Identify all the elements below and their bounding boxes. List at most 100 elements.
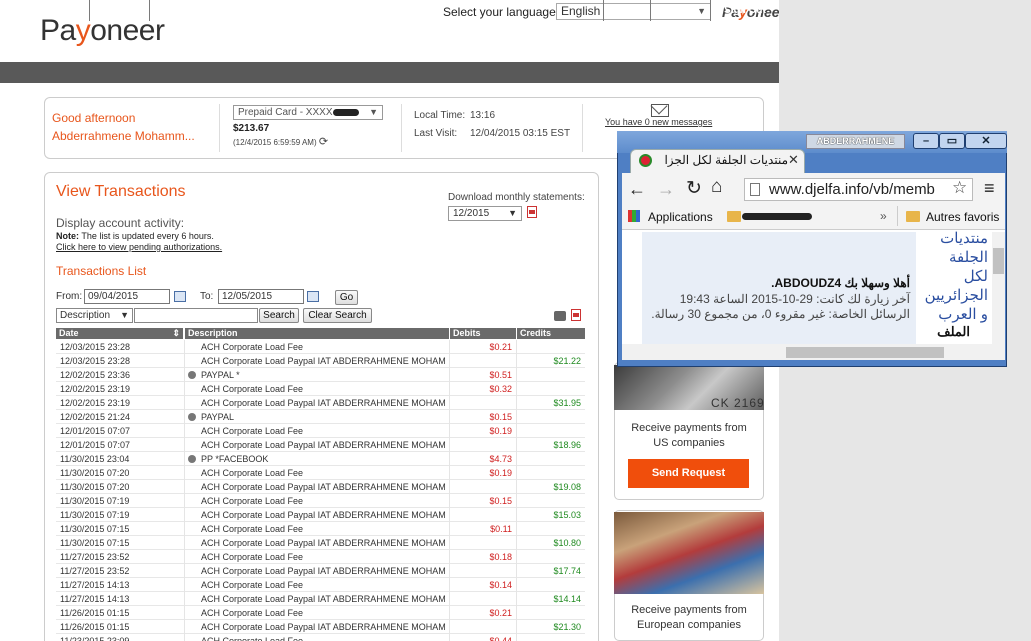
column-header-credits[interactable]: Credits (517, 328, 585, 339)
profile-link[interactable]: الملف (918, 324, 970, 340)
forward-icon[interactable]: → (657, 179, 675, 200)
nav-help[interactable]: Help (603, 0, 651, 21)
table-row[interactable]: 11/27/2015 14:13 ACH Corporate Load Paypa… (56, 592, 585, 606)
pdf-icon[interactable] (527, 206, 537, 218)
clear-search-button[interactable]: Clear Search (303, 308, 372, 323)
table-row[interactable]: 12/02/2015 23:19 ACH Corporate Load Paypa… (56, 396, 585, 410)
column-divider (184, 536, 185, 550)
column-divider (449, 536, 450, 550)
nav-send[interactable]: Send (150, 0, 200, 21)
send-request-button[interactable]: Send Request (628, 459, 749, 488)
go-button[interactable]: Go (335, 290, 358, 305)
cell-description: ACH Corporate Load Paypal IAT ABDERRAHME… (201, 398, 446, 408)
column-divider (184, 382, 185, 396)
cell-date: 11/27/2015 23:52 (60, 552, 130, 562)
column-header-description[interactable]: Description (185, 328, 449, 339)
bookmark-applications[interactable]: Applications (648, 210, 713, 224)
column-header-debits[interactable]: Debits (450, 328, 516, 339)
column-divider (516, 494, 517, 508)
menu-icon[interactable]: ≡ (984, 178, 995, 199)
folder-icon[interactable] (906, 211, 920, 222)
print-icon[interactable] (554, 311, 566, 321)
column-header-label: Date (59, 328, 79, 338)
statement-month-select[interactable]: 12/2015 ▼ (448, 206, 522, 221)
filter-select[interactable]: Description ▼ (56, 308, 133, 323)
table-row[interactable]: 11/30/2015 07:20 ACH Corporate Load Paypa… (56, 480, 585, 494)
table-row[interactable]: 12/02/2015 21:24 PAYPAL $0.15 (56, 410, 585, 424)
pdf-icon[interactable] (571, 309, 581, 321)
table-row[interactable]: 11/23/2015 23:09 ACH Corporate Load Fee $0… (56, 634, 585, 641)
column-divider (184, 368, 185, 382)
table-row[interactable]: 11/27/2015 23:52 ACH Corporate Load Fee $0… (56, 550, 585, 564)
reload-icon[interactable]: ↻ (686, 177, 702, 200)
column-divider (516, 606, 517, 620)
bookmarks-more[interactable]: » (880, 209, 887, 223)
scrollbar-thumb[interactable] (993, 248, 1004, 274)
private-messages-link[interactable]: الرسائل الخاصة: غير مقروء 0، من مجموع 30… (650, 307, 910, 321)
nav-bar (0, 62, 779, 83)
calendar-icon[interactable] (174, 291, 186, 302)
column-divider (449, 620, 450, 634)
maximize-button[interactable]: ▭ (939, 133, 965, 149)
from-date-input[interactable]: 09/04/2015 (84, 289, 170, 304)
refresh-icon[interactable]: ⟳ (319, 136, 328, 148)
column-divider (516, 620, 517, 634)
column-divider (184, 396, 185, 410)
display-activity-label: Display account activity: (56, 216, 185, 230)
nav-receive[interactable]: Receive (90, 0, 150, 21)
table-row[interactable]: 12/01/2015 07:07 ACH Corporate Load Fee $0… (56, 424, 585, 438)
card-value: Prepaid Card - XXXX (238, 107, 333, 118)
messages-link[interactable]: You have 0 new messages (605, 117, 712, 127)
table-row[interactable]: 11/30/2015 07:15 ACH Corporate Load Paypa… (56, 536, 585, 550)
table-row[interactable]: 11/30/2015 07:20 ACH Corporate Load Fee $0… (56, 466, 585, 480)
scrollbar-thumb[interactable] (786, 347, 944, 358)
cell-date: 11/27/2015 14:13 (60, 580, 130, 590)
nav-signout[interactable]: Sign Out (711, 0, 779, 21)
card-select[interactable]: Prepaid Card - XXXX ▼ (233, 105, 383, 120)
cell-date: 11/30/2015 07:15 (60, 538, 130, 548)
column-header-date[interactable]: Date ⇕ (56, 328, 183, 339)
column-divider (516, 592, 517, 606)
cell-date: 12/02/2015 23:36 (60, 370, 131, 380)
pending-authorizations-link[interactable]: Click here to view pending authorization… (56, 242, 222, 252)
nav-settings[interactable]: Settings (651, 0, 711, 21)
site-title-line: منتديات (940, 230, 988, 247)
column-divider (449, 508, 450, 522)
envelope-icon[interactable] (651, 104, 669, 117)
table-row[interactable]: 11/30/2015 23:04 PP *FACEBOOK $4.73 (56, 452, 585, 466)
back-icon[interactable]: ← (628, 179, 646, 200)
minimize-button[interactable]: – (913, 133, 939, 149)
site-nav-text[interactable]: منتديات الجلفة لكل الجزائريين و العرب (918, 229, 988, 324)
table-row[interactable]: 11/30/2015 07:15 ACH Corporate Load Fee $0… (56, 522, 585, 536)
table-row[interactable]: 11/30/2015 07:19 ACH Corporate Load Fee $0… (56, 494, 585, 508)
cell-description: PAYPAL (201, 412, 235, 422)
paypal-icon (188, 413, 196, 421)
cell-description: ACH Corporate Load Paypal IAT ABDERRAHME… (201, 594, 446, 604)
apps-icon[interactable] (628, 210, 640, 222)
search-button[interactable]: Search (259, 308, 299, 323)
to-date-input[interactable]: 12/05/2015 (218, 289, 304, 304)
search-input[interactable] (134, 308, 258, 323)
star-icon[interactable]: ☆ (952, 178, 967, 198)
nav-activity[interactable]: Activity (30, 0, 90, 21)
table-row[interactable]: 11/27/2015 23:52 ACH Corporate Load Paypa… (56, 564, 585, 578)
table-row[interactable]: 11/27/2015 14:13 ACH Corporate Load Fee $0… (56, 578, 585, 592)
table-row[interactable]: 12/01/2015 07:07 ACH Corporate Load Paypa… (56, 438, 585, 452)
home-icon[interactable]: ⌂ (711, 176, 722, 198)
column-divider (516, 368, 517, 382)
table-row[interactable]: 11/30/2015 07:19 ACH Corporate Load Paypa… (56, 508, 585, 522)
address-bar[interactable]: www.djelfa.info/vb/memb (744, 178, 973, 201)
folder-icon[interactable] (727, 211, 741, 222)
bookmark-other[interactable]: Autres favoris (926, 210, 999, 224)
table-row[interactable]: 11/26/2015 01:15 ACH Corporate Load Paypa… (56, 620, 585, 634)
close-window-button[interactable]: ✕ (965, 133, 1007, 149)
table-row[interactable]: 11/26/2015 01:15 ACH Corporate Load Fee $0… (56, 606, 585, 620)
table-row[interactable]: 12/03/2015 23:28 ACH Corporate Load Fee $0… (56, 340, 585, 354)
profile-badge[interactable]: ABDERRAHMENE (806, 134, 905, 149)
calendar-icon[interactable] (307, 291, 319, 302)
table-row[interactable]: 12/02/2015 23:19 ACH Corporate Load Fee $0… (56, 382, 585, 396)
table-row[interactable]: 12/02/2015 23:36 PAYPAL * $0.51 (56, 368, 585, 382)
tab-close-icon[interactable]: ✕ (788, 152, 799, 168)
cell-debit: $0.14 (489, 580, 512, 590)
table-row[interactable]: 12/03/2015 23:28 ACH Corporate Load Paypa… (56, 354, 585, 368)
